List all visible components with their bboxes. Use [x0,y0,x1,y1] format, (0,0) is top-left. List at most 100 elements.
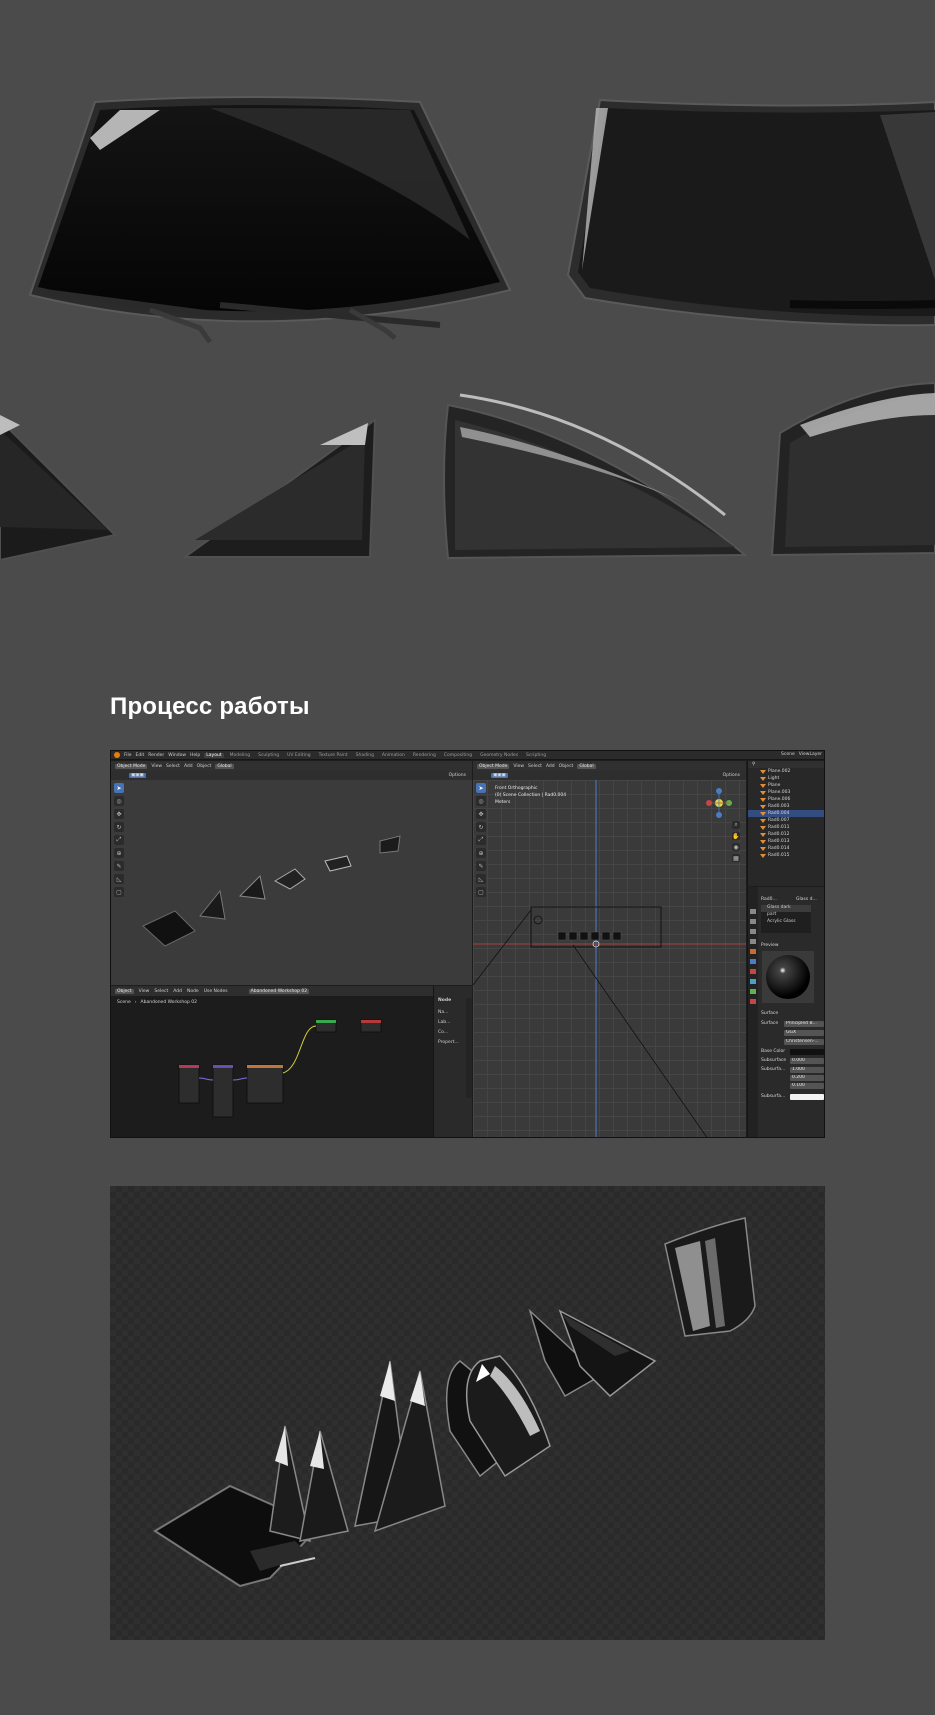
outliner-row[interactable]: Rad0.012 [748,831,824,838]
blender-window: File Edit Render Window Help Layout Mode… [110,750,825,1138]
viewport-menu-object[interactable]: Object [197,764,212,769]
scale-tool-icon[interactable]: ⤢ [114,835,124,845]
workspace-tab-modeling[interactable]: Modeling [228,753,252,758]
annotate-tool-icon[interactable]: ✎ [114,861,124,871]
subsurface-color-swatch[interactable] [790,1094,824,1100]
outliner-row[interactable]: Rad0.003 [748,803,824,810]
workspace-tab-shading[interactable]: Shading [354,753,376,758]
select-tool-icon[interactable]: ➤ [114,783,124,793]
subsurface-value-field[interactable]: 0.000 [790,1058,824,1064]
workspace-tab-geometry-nodes[interactable]: Geometry Nodes [478,753,520,758]
menu-file[interactable]: File [124,753,132,758]
workspace-tab-texture-paint[interactable]: Texture Paint [317,753,350,758]
view-layer-selector[interactable]: ViewLayer [799,752,822,757]
workspace-tab-rendering[interactable]: Rendering [411,753,438,758]
blender-logo-icon[interactable] [114,752,120,758]
outliner-row[interactable]: Rad0.014 [748,845,824,852]
viewport-options[interactable]: Options [449,773,466,778]
select-mode-icon[interactable]: ▣▣▣ [129,773,146,778]
viewport-front-ortho[interactable]: Object Mode View Select Add Object Globa… [473,761,746,1137]
menu-edit[interactable]: Edit [136,753,145,758]
mode-selector[interactable]: Object Mode [115,763,148,769]
front-select-mode-icon[interactable]: ▣▣▣ [491,773,508,778]
surface-shader-field[interactable]: Principled B... [784,1021,824,1027]
material-slot[interactable]: Acrylic Glass [761,919,811,926]
glass-parts-render [153,1217,756,1588]
viewport-menu-view[interactable]: View [151,764,162,769]
side-windows-curved [445,1355,551,1478]
workspace-tab-compositing[interactable]: Compositing [442,753,474,758]
outliner-row[interactable]: Plane.006 [748,796,824,803]
front-menu-object[interactable]: Object [559,764,574,769]
viewport-perspective[interactable]: Object Mode View Select Add Object Globa… [111,761,472,985]
pan-hand-icon[interactable]: ✋ [732,832,740,840]
outliner-filter-icon[interactable]: ⚲ [752,762,755,767]
add-cube-tool-icon[interactable]: ▢ [114,887,124,897]
workspace-tab-animation[interactable]: Animation [380,753,407,758]
exploded-glass-render [110,1186,825,1640]
rotate-tool-icon[interactable]: ↻ [114,822,124,832]
outliner-row[interactable]: Plane.003 [748,789,824,796]
front-orientation-selector[interactable]: Global [577,763,596,769]
radius-x-field[interactable]: 1.000 [790,1067,824,1073]
front-mode-selector[interactable]: Object Mode [477,763,510,769]
cursor-tool-icon[interactable]: ◎ [114,796,124,806]
workspace-tab-sculpting[interactable]: Sculpting [256,753,281,758]
front-menu-select[interactable]: Select [528,764,542,769]
outliner-row-selected[interactable]: Rad0.004 [748,810,824,817]
material-selector[interactable]: Abandoned Workshop 02 [248,988,310,994]
front-menu-view[interactable]: View [513,764,524,769]
outliner-row[interactable]: Rad0.015 [748,852,824,859]
front-viewport-options[interactable]: Options [723,773,740,778]
outliner-row[interactable]: Rad0.007 [748,817,824,824]
move-tool-icon[interactable]: ✥ [114,809,124,819]
menu-help[interactable]: Help [190,753,200,758]
outliner-row[interactable]: Plane.002 [748,768,824,775]
outliner-row[interactable]: Rad0.011 [748,824,824,831]
workspace-tab-layout[interactable]: Layout [204,752,224,758]
outliner-row[interactable]: Plane [748,782,824,789]
outliner-header: ⚲ [748,761,824,768]
transform-tool-icon[interactable]: ⊕ [114,848,124,858]
zoom-icon[interactable]: ⌕ [732,821,740,829]
menu-render[interactable]: Render [148,753,164,758]
viewport-menu-add[interactable]: Add [184,764,193,769]
outliner-row[interactable]: Light [748,775,824,782]
menu-window[interactable]: Window [168,753,186,758]
measure-tool-icon[interactable]: ◺ [114,874,124,884]
front-windshield [28,96,512,344]
properties-material-name: Glass d... [796,897,817,902]
surface-section-label[interactable]: Surface [761,1011,778,1016]
node-menu-add[interactable]: Add [173,989,182,994]
shader-node-editor[interactable]: Object View Select Add Node Use Nodes Ab… [111,986,433,1137]
material-slot[interactable]: part [761,912,811,919]
front-menu-add[interactable]: Add [546,764,555,769]
use-nodes-checkbox[interactable]: Use Nodes [204,989,228,994]
ortho-toggle-icon[interactable]: ▦ [732,854,740,862]
radius-z-field[interactable]: 0.100 [790,1083,824,1089]
properties-tabs [748,887,758,1137]
node-menu-select[interactable]: Select [154,989,168,994]
scene-selector[interactable]: Scene [781,752,795,757]
camera-view-icon[interactable]: ◉ [732,843,740,851]
node-editor-object[interactable]: Object [115,988,134,994]
workspace-tab-uv-editing[interactable]: UV Editing [285,753,312,758]
section-title: Процесс работы [110,693,310,720]
radius-y-field[interactable]: 0.200 [790,1075,824,1081]
side-window-1 [0,415,118,562]
material-slot[interactable]: Glass dark [761,905,811,912]
base-color-swatch[interactable] [790,1049,824,1055]
subsurface-method-field[interactable]: Christensen-... [784,1039,824,1045]
viewport-menu-select[interactable]: Select [166,764,180,769]
node-label-label: Lab... [438,1020,451,1025]
node-menu-view[interactable]: View [139,989,150,994]
outliner-row[interactable]: Rad0.013 [748,838,824,845]
workspace-tab-scripting[interactable]: Scripting [524,753,548,758]
preview-section-label[interactable]: Preview [761,943,779,948]
node-menu-node[interactable]: Node [187,989,199,994]
viewport-subheader: ▣▣▣ Options [111,771,472,780]
rear-windshield [566,98,935,327]
orientation-selector[interactable]: Global [215,763,234,769]
distribution-field[interactable]: GGX [784,1030,824,1036]
material-slot-list[interactable]: Glass dark part Acrylic Glass [761,905,811,933]
